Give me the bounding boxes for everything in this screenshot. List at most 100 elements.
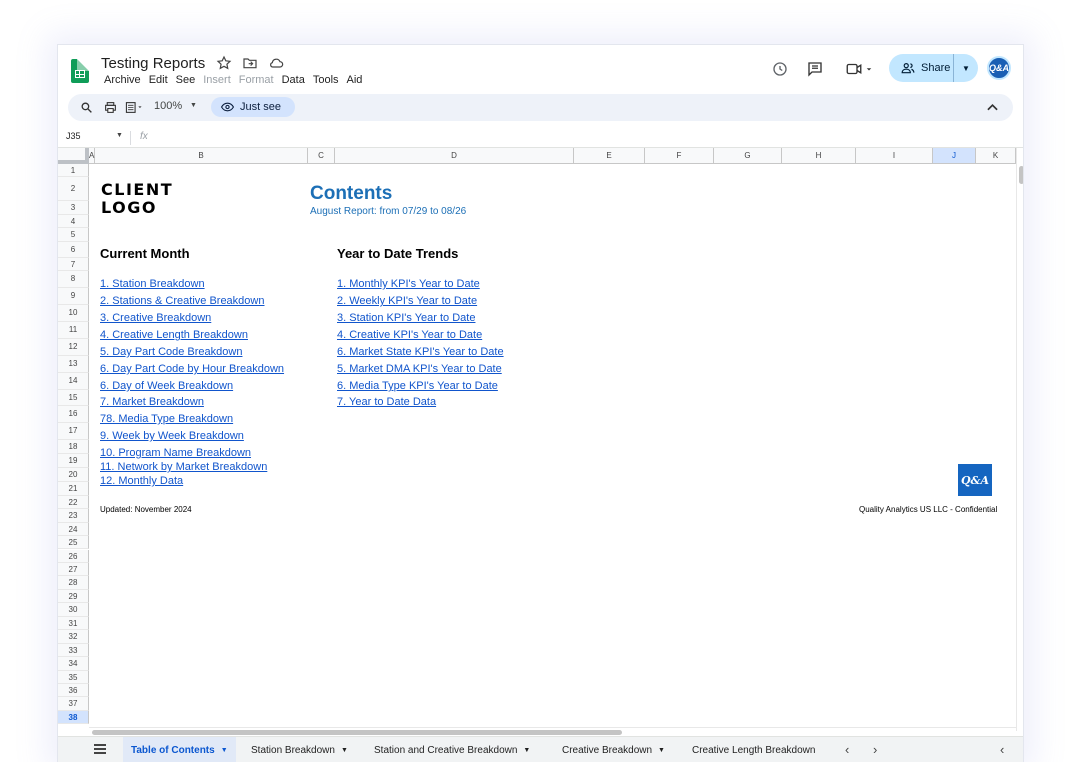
column-header-i[interactable]: I (856, 148, 933, 164)
row-header-36[interactable]: 36 (58, 684, 89, 698)
move-folder-icon[interactable] (242, 55, 258, 71)
document-title[interactable]: Testing Reports (101, 55, 205, 72)
spreadsheet-grid[interactable]: ABCDEFGHIJK 1 2 3 4 5 6 7 8 9 10 11 12 13 14 15 16 17 18 1… (58, 148, 1016, 731)
current-month-link[interactable]: 2. Stations & Creative Breakdown (100, 295, 264, 307)
row-header-15[interactable]: 15 (58, 389, 89, 407)
ytd-link[interactable]: 6. Market State KPI's Year to Date (337, 346, 504, 358)
row-header-28[interactable]: 28 (58, 576, 89, 590)
name-box-chevron-icon[interactable]: ▼ (116, 132, 123, 139)
menu-see[interactable]: See (172, 74, 200, 86)
vertical-scroll-thumb[interactable] (1019, 166, 1023, 184)
column-header-k[interactable]: K (976, 148, 1016, 164)
row-header-25[interactable]: 25 (58, 536, 89, 550)
row-header-23[interactable]: 23 (58, 509, 89, 523)
cloud-icon[interactable] (268, 55, 284, 71)
sheet-tab[interactable]: Station and Creative Breakdown ▼ (366, 737, 538, 762)
sheet-tab[interactable]: Station Breakdown ▼ (243, 737, 356, 762)
sheets-logo-icon[interactable] (71, 59, 89, 83)
row-header-8[interactable]: 8 (58, 271, 89, 289)
current-month-link[interactable]: 3. Creative Breakdown (100, 312, 211, 324)
row-header-12[interactable]: 12 (58, 338, 89, 356)
tabs-scroll-left-icon[interactable]: ‹ (845, 742, 849, 757)
comment-icon[interactable] (806, 60, 824, 78)
menu-archive[interactable]: Archive (100, 74, 145, 86)
row-header-16[interactable]: 16 (58, 406, 89, 424)
row-header-37[interactable]: 37 (58, 697, 89, 711)
row-header-18[interactable]: 18 (58, 440, 89, 455)
row-header-27[interactable]: 27 (58, 562, 89, 577)
ytd-link[interactable]: 3. Station KPI's Year to Date (337, 312, 475, 324)
ytd-link[interactable]: 5. Market DMA KPI's Year to Date (337, 363, 502, 375)
row-header-13[interactable]: 13 (58, 355, 89, 373)
all-sheets-menu-icon[interactable] (94, 744, 106, 754)
row-header-35[interactable]: 35 (58, 670, 89, 684)
row-header-24[interactable]: 24 (58, 522, 89, 537)
collapse-tabs-icon[interactable]: ‹ (1000, 742, 1004, 757)
row-header-22[interactable]: 22 (58, 495, 89, 510)
row-header-30[interactable]: 30 (58, 603, 89, 617)
horizontal-scroll-thumb[interactable] (92, 730, 622, 735)
sheet-tab[interactable]: Creative Length Breakdown (684, 737, 823, 762)
history-icon[interactable] (771, 60, 789, 78)
current-month-link[interactable]: 78. Media Type Breakdown (100, 413, 233, 425)
share-button[interactable]: Share ▼ (889, 54, 978, 82)
current-month-link[interactable]: 7. Market Breakdown (100, 396, 204, 408)
menu-edit[interactable]: Edit (145, 74, 172, 86)
select-all-corner[interactable] (58, 148, 89, 164)
current-month-link[interactable]: 9. Week by Week Breakdown (100, 430, 244, 442)
tab-chevron-down-icon[interactable]: ▼ (523, 747, 530, 754)
row-header-14[interactable]: 14 (58, 372, 89, 390)
vertical-scrollbar[interactable] (1016, 148, 1023, 731)
row-header-4[interactable]: 4 (58, 214, 89, 229)
video-call-icon[interactable] (845, 60, 875, 78)
ytd-link[interactable]: 7. Year to Date Data (337, 396, 436, 408)
column-header-b[interactable]: B (95, 148, 308, 164)
row-header-3[interactable]: 3 (58, 201, 89, 215)
zoom-select[interactable]: 100% (154, 100, 182, 112)
row-header-33[interactable]: 33 (58, 643, 89, 658)
menu-aid[interactable]: Aid (343, 74, 367, 86)
row-header-31[interactable]: 31 (58, 616, 89, 631)
tabs-scroll-right-icon[interactable]: › (873, 742, 877, 757)
current-month-link[interactable]: 5. Day Part Code Breakdown (100, 346, 242, 358)
current-month-link[interactable]: 12. Monthly Data (100, 475, 183, 487)
row-header-5[interactable]: 5 (58, 228, 89, 242)
current-month-link[interactable]: 6. Day of Week Breakdown (100, 380, 233, 392)
row-header-38[interactable]: 38 (58, 710, 89, 725)
current-month-link[interactable]: 4. Creative Length Breakdown (100, 329, 248, 341)
search-icon[interactable] (80, 101, 93, 114)
star-icon[interactable] (216, 55, 232, 71)
sheet-tab[interactable]: Creative Breakdown ▼ (554, 737, 673, 762)
row-header-21[interactable]: 21 (58, 482, 89, 496)
share-dropdown-icon[interactable]: ▼ (954, 64, 978, 73)
ytd-link[interactable]: 1. Monthly KPI's Year to Date (337, 278, 480, 290)
tab-chevron-down-icon[interactable]: ▼ (221, 747, 228, 754)
print-icon[interactable] (104, 101, 117, 114)
ytd-link[interactable]: 4. Creative KPI's Year to Date (337, 329, 482, 341)
row-header-20[interactable]: 20 (58, 468, 89, 483)
menu-data[interactable]: Data (278, 74, 309, 86)
sheet-tab[interactable]: Table of Contents ▼ (123, 737, 236, 762)
row-header-32[interactable]: 32 (58, 630, 89, 644)
row-header-2[interactable]: 2 (58, 177, 89, 202)
column-header-f[interactable]: F (645, 148, 714, 164)
current-month-link[interactable]: 6. Day Part Code by Hour Breakdown (100, 363, 284, 375)
ytd-link[interactable]: 2. Weekly KPI's Year to Date (337, 295, 477, 307)
column-header-c[interactable]: C (308, 148, 335, 164)
row-header-17[interactable]: 17 (58, 423, 89, 441)
column-header-d[interactable]: D (335, 148, 574, 164)
row-header-6[interactable]: 6 (58, 241, 89, 258)
column-header-e[interactable]: E (574, 148, 645, 164)
column-header-h[interactable]: H (782, 148, 856, 164)
row-header-34[interactable]: 34 (58, 657, 89, 671)
menu-tools[interactable]: Tools (309, 74, 343, 86)
view-mode-pill[interactable]: Just see (211, 97, 295, 117)
current-month-link[interactable]: 1. Station Breakdown (100, 278, 205, 290)
horizontal-scrollbar[interactable] (89, 727, 1016, 736)
current-month-link[interactable]: 10. Program Name Breakdown (100, 447, 251, 459)
ytd-link[interactable]: 6. Media Type KPI's Year to Date (337, 380, 498, 392)
row-header-11[interactable]: 11 (58, 321, 89, 339)
tab-chevron-down-icon[interactable]: ▼ (341, 747, 348, 754)
row-header-19[interactable]: 19 (58, 454, 89, 469)
avatar[interactable]: Q&A (987, 56, 1011, 80)
